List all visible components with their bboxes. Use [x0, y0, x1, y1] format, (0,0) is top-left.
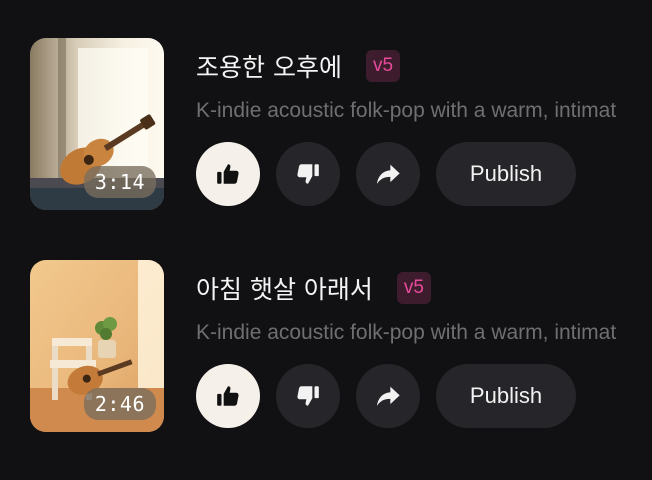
track-actions: Publish — [196, 142, 576, 206]
track-description: K-indie acoustic folk-pop with a warm, i… — [196, 321, 617, 344]
track-row: 2:46 아침 햇살 아래서 v5 K-indie acoustic folk-… — [30, 260, 652, 432]
track-title-row: 아침 햇살 아래서 v5 — [196, 270, 431, 306]
publish-button[interactable]: Publish — [436, 364, 576, 428]
publish-button[interactable]: Publish — [436, 142, 576, 206]
track-duration: 3:14 — [83, 166, 156, 198]
thumbs-up-icon — [217, 164, 239, 184]
version-badge: v5 — [396, 272, 431, 304]
share-arrow-icon — [376, 164, 400, 184]
track-row: 3:14 조용한 오후에 v5 K-indie acoustic folk-po… — [30, 38, 652, 210]
track-description: K-indie acoustic folk-pop with a warm, i… — [196, 99, 617, 122]
track-title[interactable]: 조용한 오후에 — [196, 48, 342, 84]
dislike-button[interactable] — [276, 142, 340, 206]
version-badge: v5 — [365, 50, 401, 82]
track-cover-art[interactable]: 3:14 — [30, 38, 164, 210]
dislike-button[interactable] — [276, 364, 340, 428]
thumbs-down-icon — [297, 164, 319, 184]
like-button[interactable] — [196, 364, 260, 428]
thumbs-down-icon — [297, 386, 319, 406]
track-cover-art[interactable]: 2:46 — [30, 260, 164, 432]
track-title-row: 조용한 오후에 v5 — [196, 48, 401, 84]
track-title[interactable]: 아침 햇살 아래서 — [196, 270, 373, 306]
like-button[interactable] — [196, 142, 260, 206]
track-actions: Publish — [196, 364, 576, 428]
share-arrow-icon — [376, 386, 400, 406]
share-button[interactable] — [356, 364, 420, 428]
share-button[interactable] — [356, 142, 420, 206]
thumbs-up-icon — [217, 386, 239, 406]
track-duration: 2:46 — [83, 388, 156, 420]
